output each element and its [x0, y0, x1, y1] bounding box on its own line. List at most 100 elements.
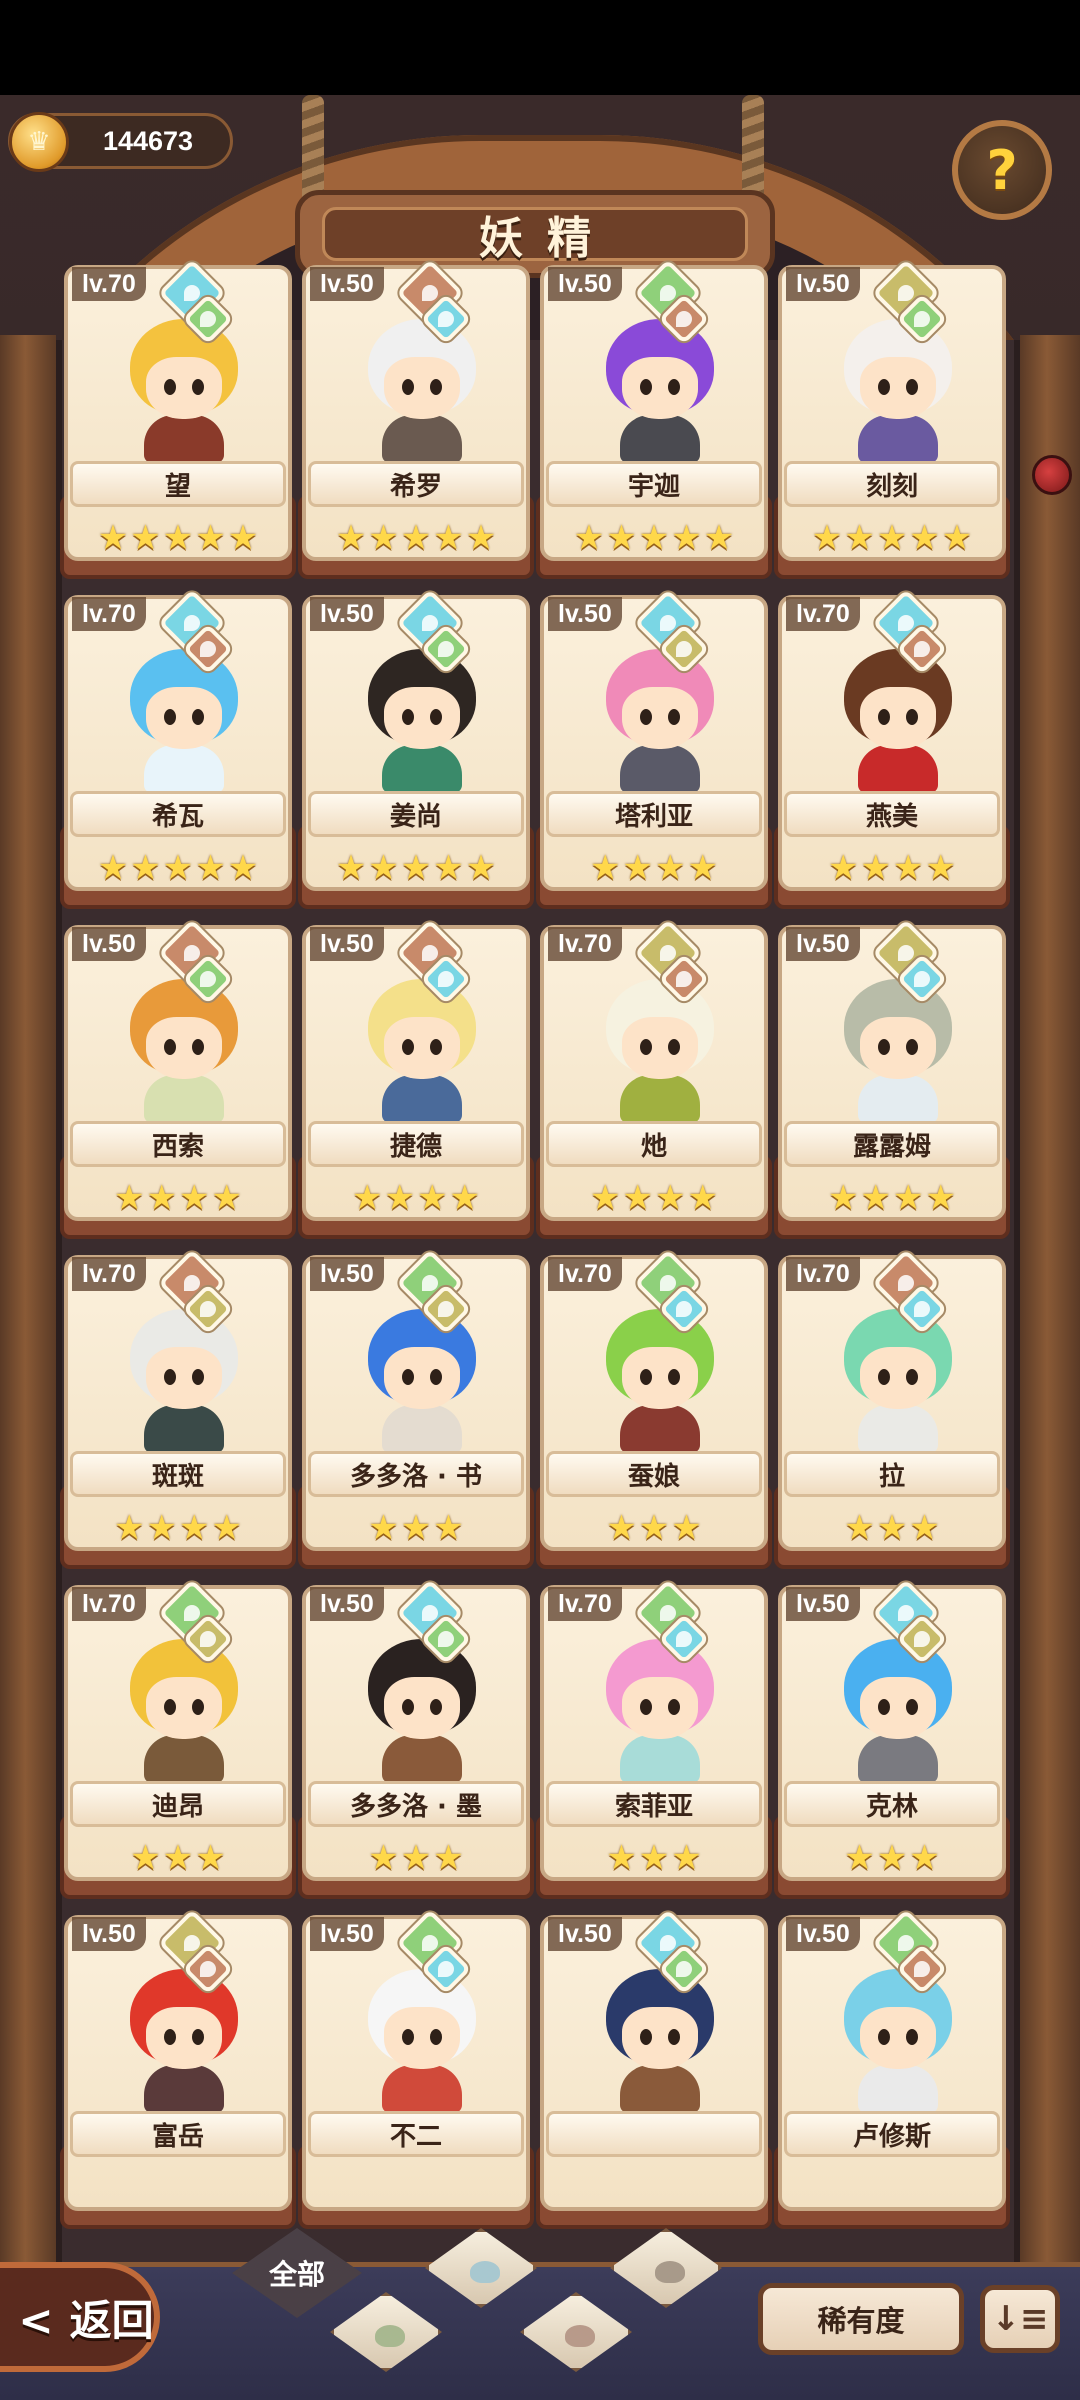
fairy-card[interactable]: lv.70 燕美 ★ ★ ★ ★ — [774, 589, 1010, 909]
star-icon: ★ — [860, 1178, 891, 1218]
fairy-card[interactable]: lv.50 多多洛 · 墨 ★ ★ ★ — [298, 1579, 534, 1899]
fairy-card[interactable]: lv.70 望 ★ ★ ★ ★ ★ — [60, 259, 296, 579]
star-icon: ★ — [465, 518, 497, 558]
fairy-card[interactable]: lv.70 灺 ★ ★ ★ ★ — [536, 919, 772, 1239]
card-name: 西索 — [70, 1121, 286, 1167]
leaf-glyph — [914, 311, 930, 327]
star-rating: ★ ★ ★ ★ — [780, 1173, 1004, 1223]
star-icon: ★ — [130, 848, 161, 888]
star-icon: ★ — [195, 518, 226, 558]
star-icon: ★ — [179, 1178, 210, 1218]
star-icon: ★ — [844, 518, 875, 558]
back-button[interactable]: < 返回 — [0, 2262, 160, 2372]
character-portrait — [584, 1303, 736, 1453]
fairy-card[interactable]: lv.50 露露姆 ★ ★ ★ ★ — [774, 919, 1010, 1239]
card-level: lv.70 — [548, 1257, 622, 1291]
fairy-card[interactable]: lv.50 希罗 ★ ★ ★ ★ ★ — [298, 259, 534, 579]
fairy-card[interactable]: lv.50 捷德 ★ ★ ★ ★ — [298, 919, 534, 1239]
fairy-card[interactable]: lv.70 迪昂 ★ ★ ★ — [60, 1579, 296, 1899]
fairy-card[interactable]: lv.50 宇迦 ★ ★ ★ ★ ★ — [536, 259, 772, 579]
fairy-card[interactable]: lv.50 多多洛 · 书 ★ ★ ★ — [298, 1249, 534, 1569]
star-icon: ★ — [655, 1178, 686, 1218]
star-icon: ★ — [622, 848, 653, 888]
card-level: lv.50 — [72, 927, 146, 961]
star-icon: ★ — [335, 848, 367, 888]
character-eye — [668, 709, 680, 725]
star-icon: ★ — [433, 1508, 464, 1548]
character-portrait — [584, 973, 736, 1123]
fairy-card[interactable]: lv.50 刻刻 ★ ★ ★ ★ ★ — [774, 259, 1010, 579]
card-level: lv.70 — [786, 597, 860, 631]
card-level: lv.70 — [72, 1257, 146, 1291]
status-bar — [0, 0, 1080, 95]
leaf-glyph — [438, 641, 454, 657]
leaf-glyph — [898, 1935, 914, 1951]
fairy-card[interactable]: lv.70 希瓦 ★ ★ ★ ★ ★ — [60, 589, 296, 909]
character-eye — [164, 1039, 176, 1055]
character-body — [620, 1075, 700, 1123]
character-portrait — [346, 313, 498, 463]
character-portrait — [822, 1303, 974, 1453]
scroll-indicator[interactable] — [1032, 455, 1072, 495]
water-glyph — [422, 1605, 438, 1621]
water-glyph — [898, 1605, 914, 1621]
character-eye — [640, 1699, 652, 1715]
character-face — [860, 1017, 936, 1079]
sand-glyph — [660, 945, 676, 961]
star-icon: ★ — [909, 1508, 940, 1548]
star-icon: ★ — [368, 1838, 399, 1878]
fairy-card[interactable]: lv.70 索菲亚 ★ ★ ★ — [536, 1579, 772, 1899]
card-level: lv.50 — [548, 267, 622, 301]
water-glyph — [438, 1961, 454, 1977]
star-icon: ★ — [590, 848, 621, 888]
star-icon: ★ — [909, 1838, 940, 1878]
fairy-card[interactable]: lv.70 斑斑 ★ ★ ★ ★ — [60, 1249, 296, 1569]
character-eye — [402, 709, 414, 725]
fairy-card[interactable]: lv.50 塔利亚 ★ ★ ★ ★ — [536, 589, 772, 909]
star-icon: ★ — [433, 518, 464, 558]
character-eye — [164, 379, 176, 395]
card-name: 刻刻 — [784, 461, 1000, 507]
water-glyph — [914, 1301, 930, 1317]
fairy-card[interactable]: lv.50 不二 — [298, 1909, 534, 2229]
card-name: 希罗 — [308, 461, 524, 507]
fairy-card[interactable]: lv.70 拉 ★ ★ ★ — [774, 1249, 1010, 1569]
fairy-card[interactable]: lv.50 克林 ★ ★ ★ — [774, 1579, 1010, 1899]
character-face — [622, 1347, 698, 1409]
character-eye — [878, 379, 890, 395]
star-rating: ★ ★ ★ — [304, 1503, 528, 1553]
earth-glyph — [914, 641, 930, 657]
card-name: 斑斑 — [70, 1451, 286, 1497]
fairy-card[interactable]: lv.50 — [536, 1909, 772, 2229]
leaf-glyph — [200, 311, 216, 327]
fairy-card[interactable]: lv.50 富岳 — [60, 1909, 296, 2229]
fairy-card[interactable]: lv.70 蚕娘 ★ ★ ★ — [536, 1249, 772, 1569]
star-icon: ★ — [146, 1178, 177, 1218]
card-name: 多多洛 · 墨 — [308, 1781, 524, 1827]
fairy-card[interactable]: lv.50 姜尚 ★ ★ ★ ★ ★ — [298, 589, 534, 909]
card-level: lv.50 — [548, 1917, 622, 1951]
rarity-sort-button[interactable]: 稀有度 — [758, 2283, 964, 2355]
star-icon: ★ — [130, 518, 161, 558]
earth-glyph — [914, 1961, 930, 1977]
star-rating: ★ ★ ★ — [542, 1503, 766, 1553]
star-rating: ★ ★ ★ ★ ★ — [304, 513, 528, 563]
character-eye — [906, 709, 918, 725]
star-icon: ★ — [606, 518, 637, 558]
star-icon: ★ — [97, 518, 129, 558]
card-level: lv.50 — [310, 267, 384, 301]
sort-order-button[interactable]: ↓≡ — [980, 2285, 1060, 2353]
fairy-card[interactable]: lv.50 西索 ★ ★ ★ ★ — [60, 919, 296, 1239]
help-button[interactable]: ? — [952, 120, 1052, 220]
star-icon: ★ — [352, 1178, 383, 1218]
card-name: 姜尚 — [308, 791, 524, 837]
star-icon: ★ — [893, 1178, 924, 1218]
character-face — [860, 1347, 936, 1409]
character-eye — [878, 1369, 890, 1385]
character-portrait — [822, 1633, 974, 1783]
fairy-card[interactable]: lv.50 卢修斯 — [774, 1909, 1010, 2229]
star-icon: ★ — [195, 1838, 226, 1878]
character-face — [860, 687, 936, 749]
sand-glyph — [200, 1301, 216, 1317]
character-eye — [430, 2029, 442, 2045]
